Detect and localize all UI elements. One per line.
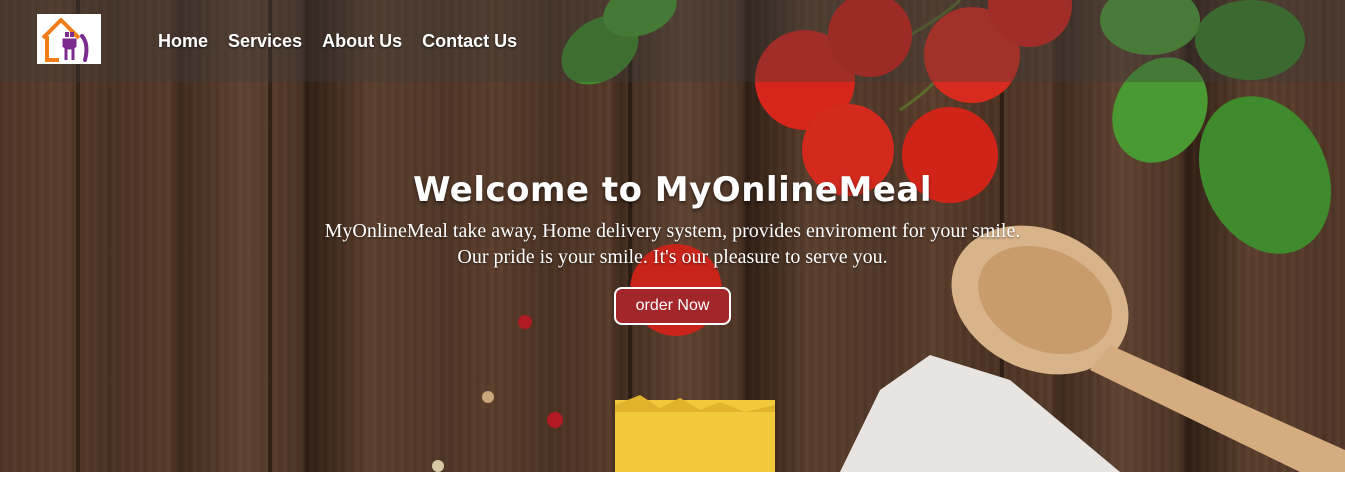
main-menu: Home Services About Us Contact Us: [158, 31, 517, 52]
nav-services-link[interactable]: Services: [228, 31, 302, 52]
hero-content: Welcome to MyOnlineMeal MyOnlineMeal tak…: [0, 170, 1345, 325]
hero-tagline-line-2: Our pride is your smile. It's our pleasu…: [457, 246, 888, 268]
site-logo[interactable]: [37, 14, 101, 64]
hero-title: Welcome to MyOnlineMeal: [413, 170, 932, 210]
hero-tagline-line-1: MyOnlineMeal take away, Home delivery sy…: [324, 220, 1021, 242]
top-navbar: Home Services About Us Contact Us: [0, 0, 1345, 82]
house-fork-knife-icon: [41, 18, 89, 62]
order-now-button[interactable]: order Now: [613, 287, 732, 325]
nav-home-link[interactable]: Home: [158, 31, 208, 52]
nav-contact-us-link[interactable]: Contact Us: [422, 31, 517, 52]
nav-about-us-link[interactable]: About Us: [322, 31, 402, 52]
